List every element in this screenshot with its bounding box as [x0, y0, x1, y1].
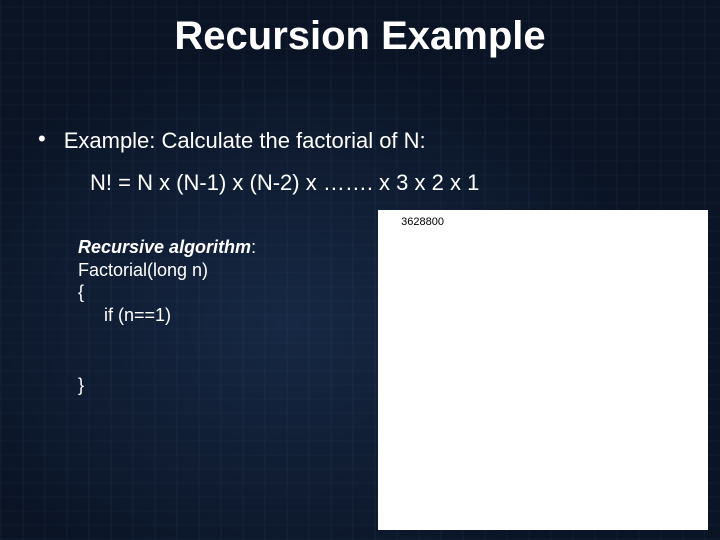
algorithm-open-brace: { [78, 281, 256, 304]
slide-title: Recursion Example [0, 14, 720, 59]
call-stack-diagram: 3628800 [378, 210, 708, 530]
algorithm-heading: Recursive algorithm [78, 237, 251, 257]
algorithm-condition: if (n==1) [104, 304, 256, 327]
algorithm-close-brace: } [78, 374, 256, 397]
factorial-formula: N! = N x (N-1) x (N-2) x ……. x 3 x 2 x 1 [90, 170, 479, 196]
bullet-dot-icon: • [38, 128, 46, 150]
algorithm-signature: Factorial(long n) [78, 259, 256, 282]
bullet-text: Example: Calculate the factorial of N: [64, 128, 426, 154]
bullet-line: • Example: Calculate the factorial of N: [38, 128, 426, 154]
algorithm-block: Recursive algorithm: Factorial(long n) {… [78, 236, 256, 397]
